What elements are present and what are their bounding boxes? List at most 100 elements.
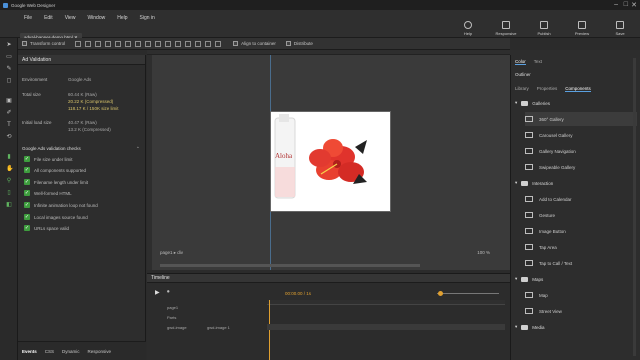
horizontal-scrollbar[interactable] (160, 264, 420, 267)
tab-responsive[interactable]: Responsive (88, 349, 112, 354)
hand-tool-icon[interactable]: ✋ (6, 166, 13, 172)
responsive-button[interactable]: Responsive (490, 12, 522, 36)
check-item: ✓ Local images source found (24, 214, 88, 220)
tab-events[interactable]: Events (22, 349, 37, 354)
3d-rotation-tool-icon[interactable]: ⟲ (6, 134, 12, 140)
transform-control-checkbox[interactable] (22, 41, 27, 46)
maximize-icon[interactable]: □ (624, 1, 628, 8)
fill-color-icon[interactable]: ▮ (6, 154, 12, 160)
playhead[interactable] (269, 300, 270, 360)
space-h-icon[interactable] (185, 40, 192, 47)
tab-properties[interactable]: Properties (537, 86, 558, 92)
right-panel-scrollbar[interactable] (633, 58, 636, 356)
timeline-row[interactable]: gwd-image (167, 325, 187, 330)
category-maps[interactable]: ▾ Maps (515, 276, 543, 282)
total-size-label: Total size (22, 92, 41, 97)
publish-button[interactable]: Publish (528, 12, 560, 36)
code-view-icon[interactable]: ◧ (6, 202, 12, 208)
text-tool-icon[interactable]: T (6, 122, 12, 128)
close-icon[interactable]: ✕ (631, 1, 637, 9)
align-center-icon[interactable] (85, 40, 92, 47)
chevron-down-icon: ▾ (515, 180, 518, 185)
size-match-icon[interactable] (155, 40, 162, 47)
tab-color[interactable]: Color (515, 59, 526, 65)
component-item[interactable]: Add to Calendar (525, 192, 637, 206)
save-icon (616, 21, 624, 29)
timeline-zoom-thumb[interactable] (438, 291, 443, 296)
component-item[interactable]: Image Button (525, 224, 637, 238)
ad-canvas[interactable]: Aloha (270, 111, 391, 212)
tab-text[interactable]: Text (534, 59, 542, 65)
help-button[interactable]: Help (452, 12, 484, 36)
component-item[interactable]: Tap to Call / Text (525, 256, 637, 270)
phone-icon (525, 260, 533, 266)
align-left-icon[interactable] (75, 40, 82, 47)
check-icon: ✓ (24, 179, 30, 185)
component-item[interactable]: Gallery Navigation (525, 144, 637, 158)
align-bottom-icon[interactable] (125, 40, 132, 47)
size-width-icon[interactable] (165, 40, 172, 47)
main-menu: File Edit View Window Help Sign in (24, 15, 155, 21)
category-media[interactable]: ▾ Media (515, 324, 545, 330)
component-item[interactable]: Gesture (525, 208, 637, 222)
component-item[interactable]: Carousel Gallery (525, 128, 637, 142)
component-item[interactable]: 360° Gallery (525, 112, 637, 126)
menu-edit[interactable]: Edit (44, 15, 53, 21)
tab-library[interactable]: Library (515, 86, 529, 92)
play-icon[interactable]: ▶ (155, 289, 160, 296)
flip-icon[interactable] (205, 40, 212, 47)
align-top-icon[interactable] (105, 40, 112, 47)
tab-css[interactable]: CSS (45, 349, 54, 354)
eyedropper-tool-icon[interactable]: ✐ (6, 110, 12, 116)
component-item[interactable]: Street View (525, 304, 637, 318)
shape-tool-icon[interactable]: ◻ (6, 78, 12, 84)
color-text-tabs: Color Text (515, 59, 542, 65)
minimize-icon[interactable]: – (614, 1, 618, 8)
menu-help[interactable]: Help (117, 15, 127, 21)
distribute-checkbox[interactable] (285, 41, 291, 46)
collapse-chevron-icon[interactable]: ⌃ (136, 146, 140, 152)
distribute-v-icon[interactable] (145, 40, 152, 47)
size-height-icon[interactable] (175, 40, 182, 47)
tab-dynamic[interactable]: Dynamic (62, 349, 80, 354)
space-v-icon[interactable] (195, 40, 202, 47)
image-tool-icon[interactable]: ▣ (6, 98, 12, 104)
menu-view[interactable]: View (65, 15, 76, 21)
menu-sign-in[interactable]: Sign in (140, 15, 155, 21)
timeline-row[interactable]: page1 (167, 305, 178, 310)
menu-file[interactable]: File (24, 15, 32, 21)
check-item: ✓ All components supported (24, 167, 87, 173)
tag-tool-icon[interactable]: ▭ (6, 54, 12, 60)
timeline-row[interactable]: gwd-image 1 (207, 325, 230, 330)
zoom-tool-icon[interactable]: ⚲ (6, 178, 12, 184)
initial-load-raw: 40.47 K (Raw) (68, 120, 97, 125)
align-middle-icon[interactable] (115, 40, 122, 47)
menu-window[interactable]: Window (87, 15, 105, 21)
outliner-header[interactable]: Outliner (515, 72, 531, 77)
component-item[interactable]: Swipeable Gallery (525, 160, 637, 174)
rotate-icon[interactable] (215, 40, 222, 47)
component-item[interactable]: Map (525, 288, 637, 302)
save-button[interactable]: Save (604, 12, 636, 36)
align-to-container-checkbox[interactable] (233, 41, 239, 46)
folder-icon (521, 180, 529, 186)
distribute-h-icon[interactable] (135, 40, 142, 47)
preview-button[interactable]: Preview (566, 12, 598, 36)
page-breadcrumb[interactable]: page1 ▸ div (160, 250, 183, 256)
timeline-row[interactable]: Parts (167, 315, 176, 320)
selection-tool-icon[interactable]: ➤ (6, 42, 12, 48)
category-interaction[interactable]: ▾ Interaction (515, 180, 553, 186)
timeline-track[interactable] (267, 324, 505, 330)
align-right-icon[interactable] (95, 40, 102, 47)
right-panel: Color Text Outliner Library Properties C… (510, 55, 640, 360)
timeline-zoom-slider[interactable] (437, 293, 499, 294)
record-icon[interactable]: ⏺ (167, 289, 170, 295)
component-item[interactable]: Tap Area (525, 240, 637, 254)
tab-components[interactable]: Components (565, 86, 591, 92)
folder-icon (521, 324, 529, 330)
stroke-color-icon[interactable]: ▯ (6, 190, 12, 196)
zoom-level[interactable]: 100 % (477, 250, 490, 255)
pen-tool-icon[interactable]: ✎ (6, 66, 12, 72)
tool-options-bar: Transform control Align to container Dis… (0, 38, 510, 50)
category-galleries[interactable]: ▾ Galleries (515, 100, 550, 106)
